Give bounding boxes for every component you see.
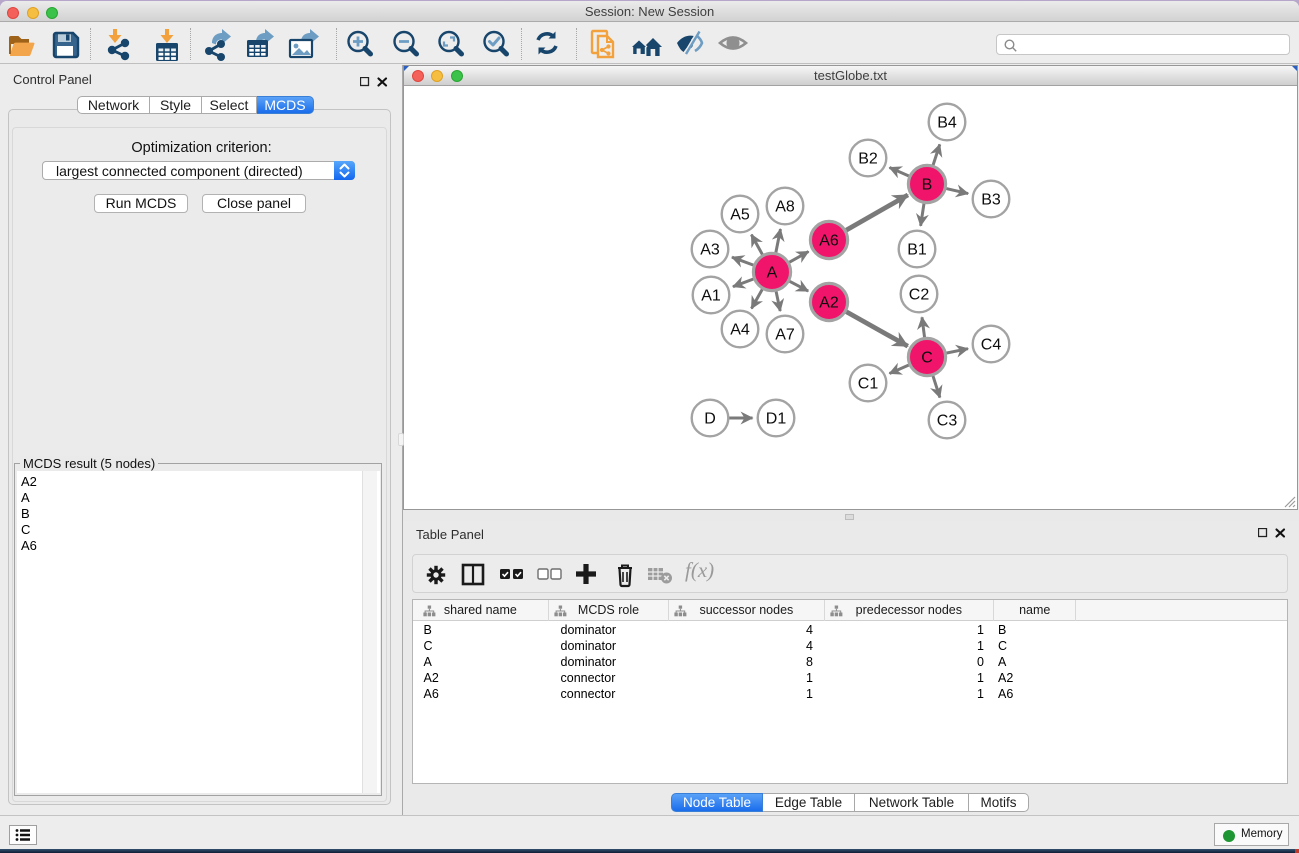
svg-text:C: C xyxy=(921,350,933,367)
svg-text:A2: A2 xyxy=(819,295,839,312)
svg-text:C4: C4 xyxy=(981,337,1002,354)
svg-text:A4: A4 xyxy=(730,322,750,339)
svg-text:A: A xyxy=(767,265,778,282)
svg-text:B4: B4 xyxy=(937,115,957,132)
svg-text:B: B xyxy=(922,177,933,194)
svg-text:C3: C3 xyxy=(937,413,958,430)
svg-text:C1: C1 xyxy=(858,376,879,393)
svg-text:B1: B1 xyxy=(907,242,927,259)
svg-text:D1: D1 xyxy=(766,411,787,428)
svg-text:B2: B2 xyxy=(858,151,878,168)
svg-text:A7: A7 xyxy=(775,327,795,344)
svg-text:A3: A3 xyxy=(700,242,720,259)
svg-text:C2: C2 xyxy=(909,287,930,304)
svg-text:A5: A5 xyxy=(730,207,750,224)
svg-text:B3: B3 xyxy=(981,192,1001,209)
svg-text:A6: A6 xyxy=(819,233,839,250)
svg-text:A8: A8 xyxy=(775,199,795,216)
svg-text:A1: A1 xyxy=(701,288,721,305)
svg-text:D: D xyxy=(704,411,716,428)
